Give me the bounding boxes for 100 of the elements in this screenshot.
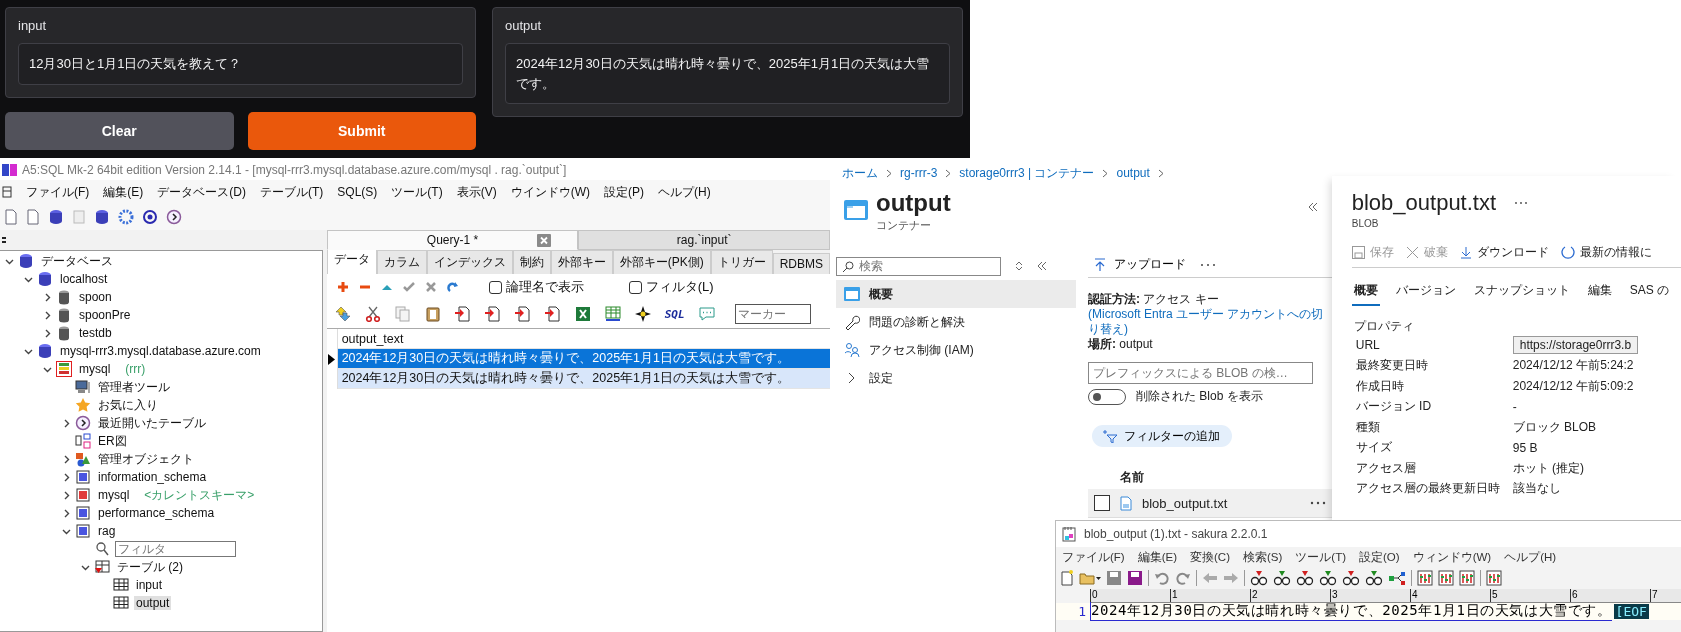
breadcrumb-link[interactable]: ホーム (842, 164, 878, 182)
tab[interactable]: 編集 (1585, 282, 1614, 306)
export-icon[interactable] (454, 306, 471, 322)
marker-field[interactable]: マーカー (734, 304, 811, 324)
redo-icon[interactable] (1175, 570, 1191, 586)
checkbox[interactable] (628, 280, 642, 294)
menu-item[interactable]: テーブル(T) (260, 183, 324, 201)
settings-grid-icon[interactable] (1459, 570, 1475, 586)
new-file-icon[interactable] (1060, 570, 1074, 586)
menu-item[interactable]: ファイル(F) (1062, 549, 1125, 565)
menu-item[interactable]: 検索(S) (1243, 549, 1283, 565)
checkbox[interactable] (1094, 495, 1110, 511)
add-filter-button[interactable]: フィルターの追加 (1092, 425, 1232, 447)
action-button[interactable]: Clear (5, 111, 234, 150)
table-cell[interactable]: 2024年12月30日の天気は晴れ時々曇りで、2025年1月1日の天気は大雪です。 (337, 349, 830, 369)
nav-item[interactable]: アクセス制御 (IAM) (836, 336, 1076, 364)
breadcrumb-link[interactable]: rg-rrr-3 (900, 166, 938, 180)
tree-item[interactable]: input (134, 578, 165, 592)
table-icon[interactable] (604, 306, 621, 322)
glasses-icon[interactable] (1273, 570, 1291, 586)
sub-tab[interactable]: RDBMS (772, 253, 830, 274)
command-button[interactable]: 最新の情報に (1560, 244, 1652, 260)
redo-icon[interactable] (446, 281, 459, 293)
menu-item[interactable]: 編集(E) (103, 183, 144, 201)
sub-tab[interactable]: 外部キー(PK側) (612, 250, 711, 274)
tree-item[interactable]: ER図 (96, 432, 129, 450)
menu-item[interactable]: SQL(S) (337, 185, 378, 199)
input-field[interactable]: 12月30日と1月1日の天気を教えて？ (18, 43, 463, 85)
tree-item[interactable]: 最近開いたテーブル (96, 414, 208, 432)
at-sign-icon[interactable] (142, 209, 158, 225)
tree-item[interactable]: お気に入り (96, 396, 160, 414)
spreadsheet-icon[interactable] (574, 306, 591, 322)
export-icon[interactable] (514, 306, 531, 322)
document-icon[interactable] (4, 209, 18, 225)
close-icon[interactable] (537, 234, 552, 247)
sql-button[interactable]: SQL (664, 307, 685, 321)
database-icon[interactable] (94, 209, 110, 225)
sub-tab[interactable]: トリガー (710, 250, 773, 274)
save-icon[interactable] (1106, 570, 1122, 586)
sparkle-icon[interactable] (634, 306, 651, 322)
glasses-icon[interactable] (1342, 570, 1360, 586)
nav-item[interactable]: 設定 (836, 364, 1076, 392)
menu-item[interactable]: 表示(V) (456, 183, 497, 201)
tab[interactable]: バージョン (1393, 282, 1458, 306)
clipboard-icon[interactable] (424, 306, 441, 322)
export-icon[interactable] (544, 306, 561, 322)
grip-icon[interactable] (2, 236, 6, 244)
menu-item[interactable]: 設定(O) (1359, 549, 1400, 565)
menu-item[interactable]: ツール(T) (1295, 549, 1347, 565)
sub-tab[interactable]: 制約 (512, 250, 551, 274)
diagram-icon[interactable] (1388, 570, 1406, 586)
nav-item[interactable]: 問題の診断と解決 (836, 308, 1076, 336)
tree-item[interactable]: 管理オブジェクト (96, 450, 196, 468)
tab[interactable]: 概要 (1351, 282, 1380, 306)
tree-item[interactable]: 管理者ツール (96, 378, 172, 396)
tree-item[interactable]: testdb (77, 326, 114, 340)
query-tab[interactable]: Query-1 * (326, 230, 579, 250)
save-icon[interactable] (1127, 570, 1143, 586)
arrows-icon[interactable] (334, 306, 351, 322)
settings-grid-icon[interactable] (1486, 570, 1502, 586)
breadcrumb-link[interactable]: output (1116, 166, 1150, 180)
list-row[interactable]: blob_output.txt (1088, 489, 1332, 518)
tree-item[interactable]: spoon (77, 290, 114, 304)
column-header[interactable]: 名前 (1120, 470, 1144, 484)
tree-item[interactable]: spoonPre (77, 308, 133, 322)
collapse-icon[interactable] (1307, 202, 1318, 212)
upload-button[interactable]: アップロード (1094, 256, 1186, 273)
sub-tab[interactable]: カラム (376, 250, 427, 274)
tree-item[interactable]: テーブル (2) (115, 558, 185, 576)
sub-tab[interactable]: インデックス (426, 250, 513, 274)
tree-item[interactable]: output (134, 596, 172, 610)
url-field[interactable]: https://storage0rrr3.b (1512, 336, 1639, 355)
database-icon[interactable] (48, 209, 64, 225)
checkbox[interactable] (488, 280, 502, 294)
clock-icon[interactable] (166, 209, 182, 225)
menu-item[interactable]: ファイル(F) (26, 183, 90, 201)
glasses-icon[interactable] (1296, 570, 1314, 586)
settings-grid-icon[interactable] (1438, 570, 1454, 586)
menu-item[interactable]: ヘルプ(H) (658, 183, 711, 201)
folder-icon[interactable] (1079, 570, 1101, 586)
tab[interactable]: SAS の (1627, 282, 1672, 306)
query-tab[interactable]: rag.`input` (578, 230, 830, 250)
search-field[interactable]: 検索 (836, 256, 1001, 276)
filter-field[interactable]: フィルタ (115, 541, 236, 557)
tree-item[interactable]: information_schema (96, 470, 209, 484)
switch-auth-link[interactable]: (Microsoft Entra ユーザー アカウントへの切り替え) (1088, 307, 1332, 337)
sub-tab[interactable]: 外部キー (550, 250, 613, 274)
collapse-icon[interactable] (1037, 261, 1047, 271)
undo-icon[interactable] (1154, 570, 1170, 586)
gear-icon[interactable] (118, 209, 134, 225)
table-cell[interactable]: 2024年12月30日の天気は晴れ時々曇りで、2025年1月1日の天気は大雪です。 (337, 369, 830, 389)
breadcrumb-link[interactable]: storage0rrr3 | コンテナー (959, 164, 1095, 182)
nav-item[interactable]: 概要 (836, 280, 1076, 308)
export-icon[interactable] (484, 306, 501, 322)
glasses-icon[interactable] (1250, 570, 1268, 586)
tree-item[interactable]: performance_schema (96, 506, 217, 520)
menu-icon[interactable] (2, 186, 12, 198)
document-icon[interactable] (26, 209, 40, 225)
action-button[interactable]: Submit (247, 111, 476, 150)
command-button[interactable]: ダウンロード (1459, 244, 1549, 260)
